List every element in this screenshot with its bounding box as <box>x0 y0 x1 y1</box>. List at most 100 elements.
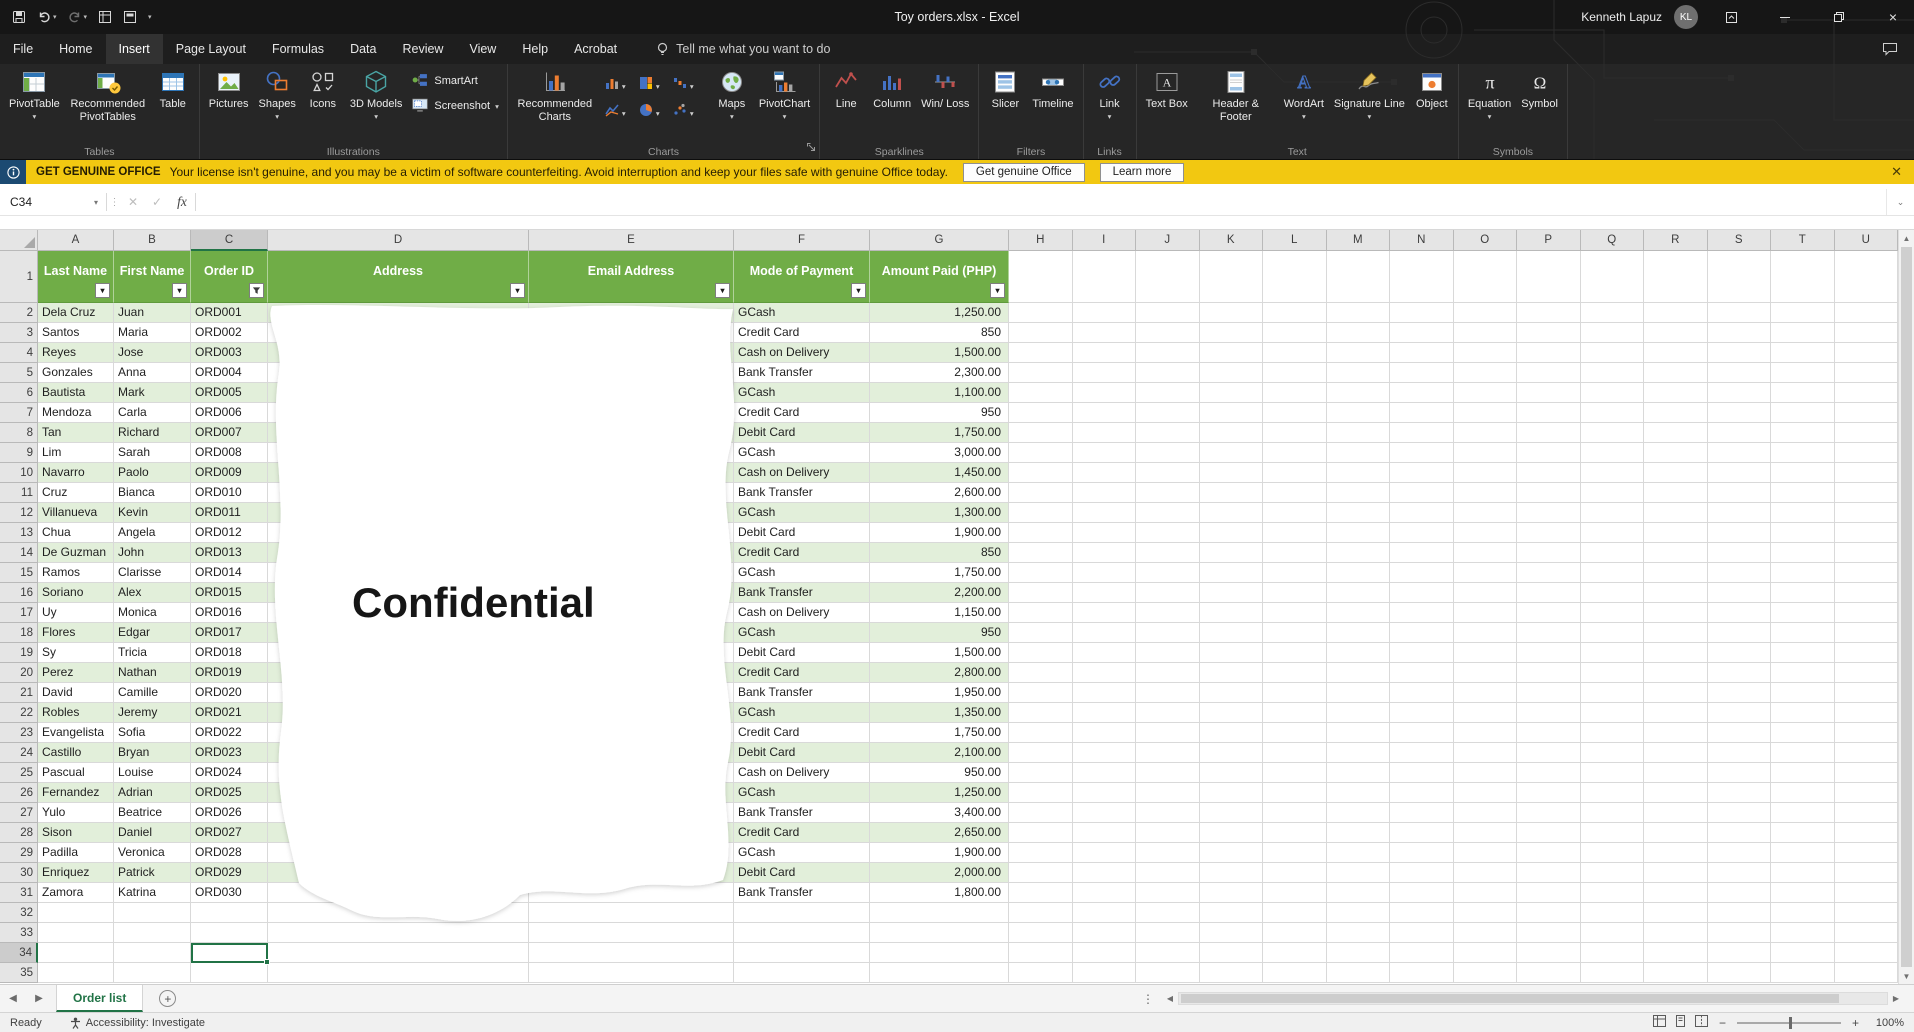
column-button[interactable]: Column <box>868 65 916 111</box>
confidential-shape[interactable] <box>0 230 1898 984</box>
undo-button[interactable]: ▾ <box>37 10 57 24</box>
win-loss-button[interactable]: Win/ Loss <box>916 65 974 111</box>
page-layout-view-icon[interactable] <box>1674 1015 1687 1030</box>
maps-button[interactable]: Maps ▾ <box>710 65 754 121</box>
zoom-slider[interactable] <box>1736 1016 1841 1029</box>
comments-button[interactable] <box>1882 42 1898 56</box>
notice-close-icon[interactable]: ✕ <box>1891 164 1902 180</box>
text-box-button[interactable]: A Text Box <box>1141 65 1193 111</box>
shapes-button[interactable]: Shapes ▾ <box>254 65 301 121</box>
pivottable-button[interactable]: PivotTable ▾ <box>4 65 65 121</box>
screenshot-button[interactable]: Screenshot ▾ <box>411 97 499 115</box>
pictures-button[interactable]: Pictures <box>204 65 254 111</box>
ribbon-tab-insert[interactable]: Insert <box>105 34 163 64</box>
chart-hierarchy-button[interactable]: ▾ <box>638 73 670 98</box>
chart-scatter-button[interactable]: ▾ <box>672 100 704 125</box>
confirm-entry-icon[interactable]: ✓ <box>145 195 169 209</box>
signature-line-button[interactable]: Signature Line ▾ <box>1329 65 1410 121</box>
customize-qat-button[interactable]: ▾ <box>148 13 152 21</box>
confidential-watermark[interactable]: Confidential <box>352 579 595 627</box>
scroll-left-icon[interactable]: ◀ <box>1162 994 1178 1003</box>
tell-me-box[interactable]: Tell me what you want to do <box>656 42 830 56</box>
ribbon-tab-review[interactable]: Review <box>389 34 456 64</box>
chart-column-button[interactable]: ▾ <box>604 73 636 98</box>
recommended-charts-button[interactable]: Recommended Charts <box>512 65 598 123</box>
symbol-button[interactable]: Ω Symbol <box>1516 65 1563 111</box>
ribbon-tabs: File Home Insert Page Layout Formulas Data Rev… <box>0 34 630 64</box>
name-box[interactable]: C34 <box>0 189 86 215</box>
zoom-level[interactable]: 100% <box>1870 1017 1904 1029</box>
equation-button[interactable]: π Equation ▾ <box>1463 65 1516 121</box>
horizontal-scrollbar-track[interactable] <box>1178 992 1888 1005</box>
fill-handle[interactable] <box>264 959 270 965</box>
scroll-up-icon[interactable]: ▲ <box>1899 230 1914 246</box>
qat-extra-button-2[interactable] <box>123 10 137 24</box>
ribbon-tab-data[interactable]: Data <box>337 34 389 64</box>
dialog-launcher-icon[interactable] <box>806 139 816 157</box>
sheet-nav-next-icon[interactable]: ▶ <box>26 993 52 1004</box>
vertical-scrollbar[interactable]: ▲ ▼ <box>1898 230 1914 984</box>
get-genuine-office-button[interactable]: Get genuine Office <box>962 162 1085 182</box>
zoom-in-icon[interactable]: + <box>1852 1016 1859 1030</box>
maximize-button[interactable] <box>1818 0 1860 34</box>
3d-models-button[interactable]: 3D Models ▾ <box>345 65 408 121</box>
button-label: Recommended PivotTables <box>70 98 146 123</box>
ribbon-tab-help[interactable]: Help <box>509 34 561 64</box>
wordart-button[interactable]: A WordArt ▾ <box>1279 65 1329 121</box>
chart-line-button[interactable]: ▾ <box>604 100 636 125</box>
chart-pie-button[interactable]: ▾ <box>638 100 670 125</box>
user-name[interactable]: Kenneth Lapuz <box>1581 10 1662 24</box>
insert-function-icon[interactable]: fx <box>169 194 195 210</box>
zoom-slider-thumb[interactable] <box>1788 1016 1792 1029</box>
undo-dropdown-icon[interactable]: ▾ <box>53 13 57 21</box>
symbol-icon: Ω <box>1527 68 1553 96</box>
scroll-right-icon[interactable]: ▶ <box>1888 994 1904 1003</box>
redo-dropdown-icon[interactable]: ▾ <box>84 13 88 21</box>
minimize-button[interactable] <box>1764 0 1806 34</box>
ribbon-display-options-button[interactable] <box>1710 0 1752 34</box>
save-button[interactable] <box>12 10 26 24</box>
close-button[interactable]: × <box>1872 0 1914 34</box>
pivotchart-button[interactable]: PivotChart ▾ <box>754 65 815 121</box>
expand-formula-bar-icon[interactable]: ⌄ <box>1886 189 1914 215</box>
sheet-nav-prev-icon[interactable]: ◀ <box>0 993 26 1004</box>
ribbon-tab-page-layout[interactable]: Page Layout <box>163 34 259 64</box>
timeline-button[interactable]: Timeline <box>1027 65 1078 111</box>
new-sheet-button[interactable]: + <box>159 990 177 1007</box>
learn-more-button[interactable]: Learn more <box>1099 162 1185 182</box>
horizontal-scrollbar[interactable]: ◀ ▶ <box>1162 985 1904 1012</box>
page-break-preview-icon[interactable] <box>1694 1015 1708 1030</box>
horizontal-scrollbar-thumb[interactable] <box>1181 994 1840 1003</box>
link-button[interactable]: Link ▾ <box>1088 65 1132 121</box>
vertical-scrollbar-thumb[interactable] <box>1901 247 1912 967</box>
normal-view-icon[interactable] <box>1652 1015 1666 1030</box>
ribbon-tab-acrobat[interactable]: Acrobat <box>561 34 630 64</box>
smartart-button[interactable]: SmartArt <box>411 72 498 90</box>
formula-bar-handle[interactable]: ⋮ <box>107 197 121 208</box>
sheet-tab-order-list[interactable]: Order list <box>56 985 144 1012</box>
redo-button[interactable]: ▾ <box>68 10 88 24</box>
line-button[interactable]: Line <box>824 65 868 111</box>
slicer-button[interactable]: Slicer <box>983 65 1027 111</box>
zoom-out-icon[interactable]: − <box>1719 1016 1726 1030</box>
header-footer-button[interactable]: Header & Footer <box>1193 65 1279 123</box>
object-button[interactable]: Object <box>1410 65 1454 111</box>
table-button[interactable]: Table <box>151 65 195 111</box>
icons-button[interactable]: Icons <box>301 65 345 111</box>
ribbon: PivotTable ▾ Recommended PivotTables Table T… <box>0 64 1914 160</box>
chevron-down-icon: ▾ <box>374 111 378 121</box>
recommended-pivottables-button[interactable]: Recommended PivotTables <box>65 65 151 123</box>
ribbon-tab-file[interactable]: File <box>0 34 46 64</box>
ribbon-tab-formulas[interactable]: Formulas <box>259 34 337 64</box>
formula-input[interactable] <box>196 189 1886 215</box>
accessibility-status[interactable]: Accessibility: Investigate <box>70 1017 205 1029</box>
scroll-down-icon[interactable]: ▼ <box>1899 968 1914 984</box>
qat-extra-button-1[interactable] <box>98 10 112 24</box>
ribbon-tab-home[interactable]: Home <box>46 34 105 64</box>
cancel-entry-icon[interactable]: ✕ <box>121 195 145 209</box>
user-avatar[interactable]: KL <box>1674 5 1698 29</box>
name-box-dropdown-icon[interactable]: ▾ <box>86 198 106 207</box>
sheet-bar-options-icon[interactable]: ⋮ <box>1142 992 1154 1006</box>
chart-waterfall-button[interactable]: ▾ <box>672 73 704 98</box>
ribbon-tab-view[interactable]: View <box>456 34 509 64</box>
